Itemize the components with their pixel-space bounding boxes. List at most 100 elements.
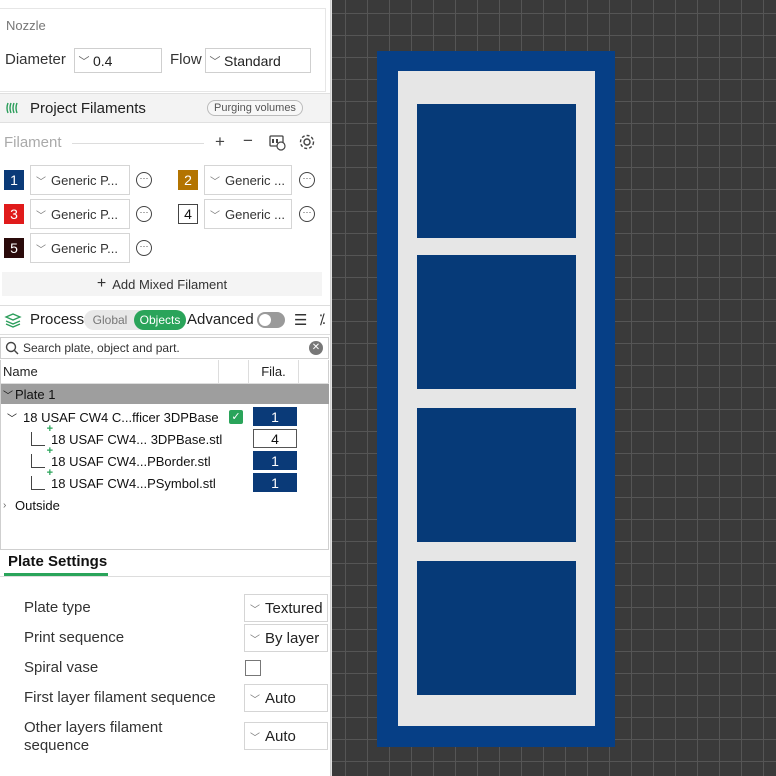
flow-value: Standard	[224, 52, 281, 69]
advanced-label: Advanced	[187, 311, 254, 328]
chevron-down-icon: ﹀	[250, 732, 260, 744]
chevron-down-icon: ﹀	[36, 176, 46, 188]
tab-divider	[0, 576, 330, 577]
model-symbol[interactable]	[417, 561, 576, 695]
filament-swatch-3[interactable]: 3	[4, 204, 24, 224]
chevron-down-icon: ﹀	[7, 413, 17, 425]
chevron-down-icon: ﹀	[210, 210, 220, 222]
plate-type-value: Textured	[265, 599, 323, 617]
part-fila[interactable]: 4	[253, 429, 297, 448]
object-fila[interactable]: 1	[253, 407, 297, 426]
search-input[interactable]: Search plate, object and part.	[23, 341, 180, 355]
plus-icon: +	[96, 275, 107, 292]
filament-number: 5	[10, 240, 18, 256]
chevron-down-icon: ﹀	[36, 210, 46, 222]
spiral-vase-checkbox[interactable]	[245, 660, 261, 676]
other-layers-value: Auto	[265, 727, 296, 745]
filament-swatch-2[interactable]: 2	[178, 170, 198, 190]
chevron-down-icon: ﹀	[250, 694, 260, 706]
search-box[interactable]: Search plate, object and part. ✕	[0, 337, 329, 359]
filament-name: Generic P...	[51, 206, 118, 222]
chevron-down-icon: ﹀	[36, 244, 46, 256]
more-icon[interactable]: ···	[136, 206, 152, 222]
first-layer-combo[interactable]: ﹀ Auto	[244, 684, 328, 712]
filament-number: 4	[184, 206, 192, 222]
objects-tab[interactable]: Objects	[134, 310, 186, 330]
part-row[interactable]: 18 USAF CW4...PSymbol.stl 1	[1, 467, 329, 494]
filament-combo-5[interactable]: ﹀ Generic P...	[30, 233, 130, 263]
clear-search-icon[interactable]: ✕	[309, 341, 323, 355]
model-symbol[interactable]	[417, 104, 576, 238]
remove-filament-icon[interactable]: −	[238, 131, 258, 151]
check-icon[interactable]: ✓	[229, 410, 243, 424]
other-layers-combo[interactable]: ﹀ Auto	[244, 722, 328, 750]
project-filaments-title: Project Filaments	[30, 99, 146, 117]
diameter-combo[interactable]: ﹀ 0.4	[74, 48, 162, 73]
gear-icon[interactable]	[297, 133, 317, 156]
model-symbol[interactable]	[417, 408, 576, 542]
part-fila[interactable]: 1	[253, 451, 297, 470]
plate-settings-tab[interactable]: Plate Settings	[8, 553, 107, 570]
chevron-down-icon: ﹀	[250, 604, 260, 616]
list-icon[interactable]: ☰	[294, 311, 307, 329]
filament-combo-2[interactable]: ﹀ Generic ...	[204, 165, 292, 195]
global-tab[interactable]: Global	[86, 310, 134, 330]
collapse-icon[interactable]: ⁒	[319, 311, 325, 328]
filament-number: 1	[10, 172, 18, 188]
flow-combo[interactable]: ﹀ Standard	[205, 48, 311, 73]
filament-spool-icon	[4, 98, 24, 118]
part-name: 18 USAF CW4...PBorder.stl	[51, 453, 211, 469]
more-icon[interactable]: ···	[136, 172, 152, 188]
first-layer-label: First layer filament sequence	[24, 689, 216, 706]
diameter-label: Diameter	[5, 51, 66, 68]
filament-number: 2	[184, 172, 192, 188]
plate-type-combo[interactable]: ﹀ Textured	[244, 594, 328, 622]
spiral-vase-label: Spiral vase	[24, 659, 99, 676]
add-filament-icon[interactable]: +	[210, 132, 230, 152]
part-name: 18 USAF CW4... 3DPBase.stl	[51, 431, 223, 447]
print-sequence-combo[interactable]: ﹀ By layer	[244, 624, 328, 652]
chevron-down-icon: ﹀	[210, 176, 220, 188]
purging-volumes-button[interactable]: Purging volumes	[207, 100, 303, 116]
model-symbol[interactable]	[417, 255, 576, 389]
more-icon[interactable]: ···	[299, 206, 315, 222]
flow-label: Flow	[170, 51, 202, 68]
print-sequence-value: By layer	[265, 629, 320, 647]
chevron-down-icon: ﹀	[78, 55, 90, 68]
nozzle-title: Nozzle	[6, 18, 46, 33]
filament-swatch-1[interactable]: 1	[4, 170, 24, 190]
outside-label: Outside	[15, 497, 60, 513]
more-icon[interactable]: ···	[136, 240, 152, 256]
first-layer-value: Auto	[265, 689, 296, 707]
other-layers-label-2: sequence	[24, 737, 90, 754]
filament-sync-icon[interactable]	[267, 133, 287, 156]
filament-divider	[72, 143, 204, 144]
filament-name: Generic P...	[51, 172, 118, 188]
advanced-switch[interactable]	[257, 312, 285, 328]
plate-row[interactable]: ﹀ Plate 1	[1, 384, 329, 404]
chevron-right-icon: ›	[3, 499, 7, 511]
filament-name: Generic ...	[225, 206, 285, 222]
filament-name: Generic P...	[51, 240, 118, 256]
filament-combo-4[interactable]: ﹀ Generic ...	[204, 199, 292, 229]
add-mixed-filament-button[interactable]: + Add Mixed Filament	[2, 272, 322, 296]
object-list: Name Fila. ﹀ Plate 1 ﹀ 18 USAF CW4 C...f…	[0, 360, 329, 550]
filament-combo-1[interactable]: ﹀ Generic P...	[30, 165, 130, 195]
process-title: Process	[30, 311, 85, 328]
more-icon[interactable]: ···	[299, 172, 315, 188]
filament-name: Generic ...	[225, 172, 285, 188]
sidebar: Nozzle Diameter ﹀ 0.4 Flow ﹀ Standard Pr…	[0, 0, 331, 776]
col-name[interactable]: Name	[1, 360, 219, 384]
filament-swatch-4[interactable]: 4	[178, 204, 198, 224]
col-fila[interactable]: Fila.	[249, 360, 299, 384]
filament-swatch-5[interactable]: 5	[4, 238, 24, 258]
diameter-value: 0.4	[93, 52, 113, 69]
plate-type-label: Plate type	[24, 599, 91, 616]
chevron-down-icon: ﹀	[250, 634, 260, 646]
part-fila[interactable]: 1	[253, 473, 297, 492]
filament-number: 3	[10, 206, 18, 222]
filament-combo-3[interactable]: ﹀ Generic P...	[30, 199, 130, 229]
part-icon	[31, 445, 53, 468]
other-layers-label: Other layers filament	[24, 719, 163, 736]
outside-row[interactable]: › Outside	[1, 494, 329, 516]
